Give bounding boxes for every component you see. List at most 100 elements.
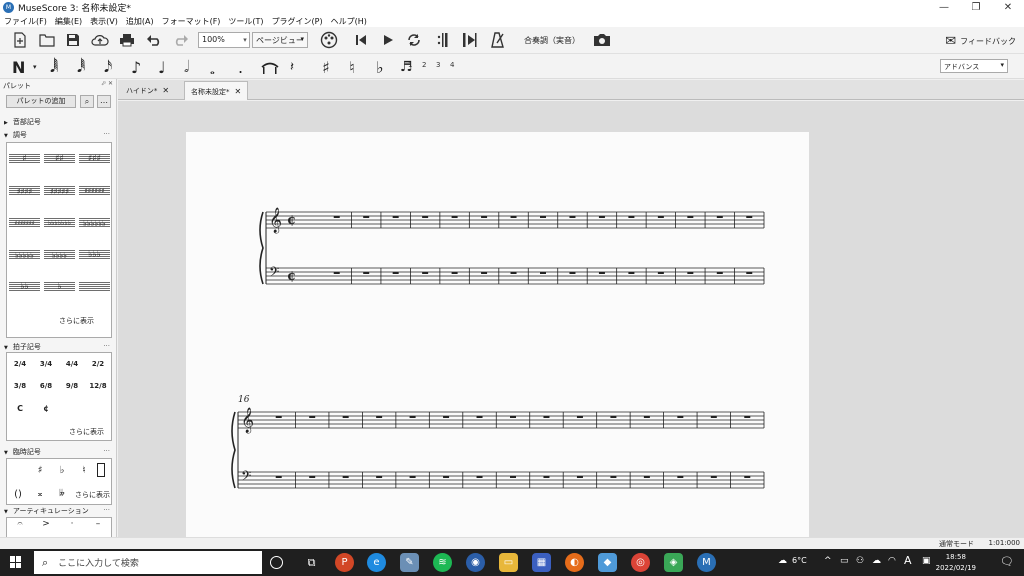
chrome-icon[interactable]: ◎	[631, 553, 650, 572]
section-menu-icon[interactable]: ···	[103, 130, 110, 138]
keysig-cell[interactable]: ♭♭	[7, 271, 42, 303]
keysig-cell[interactable]: ♯♯	[42, 143, 77, 175]
section-menu-icon[interactable]: ···	[103, 342, 110, 350]
score-page[interactable]: 𝄞 𝄢 ¢ ¢ 𝄞 𝄢 16	[186, 132, 809, 537]
play-icon[interactable]	[378, 31, 398, 49]
whole-note-icon[interactable]: 𝅝	[210, 60, 215, 80]
keysig-cell[interactable]: ♭♭♭♭♭♭♭	[42, 207, 77, 239]
timesig-cell[interactable]: 3/8	[7, 375, 33, 397]
app-icon[interactable]: ◉	[466, 553, 485, 572]
flat-icon[interactable]: ♭	[376, 57, 384, 77]
redo-icon[interactable]	[171, 31, 191, 49]
section-menu-icon[interactable]: ···	[103, 447, 110, 455]
sharp-icon[interactable]: ♯	[322, 57, 330, 77]
close-tab-icon[interactable]: ✕	[162, 86, 169, 95]
spotify-icon[interactable]: ≋	[433, 553, 452, 572]
voice-2-button[interactable]: 2	[422, 61, 426, 69]
keysig-cell[interactable]: ♭♭♭♭	[42, 239, 77, 271]
timesig-show-more-link[interactable]: さらに表示	[69, 427, 104, 437]
menu-view[interactable]: 表示(V)	[90, 16, 118, 27]
loop-icon[interactable]	[404, 31, 424, 49]
timesig-cell[interactable]: 6/8	[33, 375, 59, 397]
accidentals-show-more-link[interactable]: さらに表示	[75, 490, 110, 500]
windows-start-icon[interactable]	[10, 556, 22, 568]
close-tab-icon[interactable]: ✕	[235, 87, 242, 96]
accidental-cell[interactable]: ♭	[51, 459, 73, 481]
keysig-cell[interactable]: ♯	[7, 143, 42, 175]
zoom-dropdown-icon[interactable]: ▾	[240, 32, 250, 48]
notification-icon[interactable]: 🗨	[1000, 555, 1014, 568]
system-2[interactable]: 𝄞𝄢	[231, 407, 765, 489]
feedback-button[interactable]: ✉ フィードバック	[945, 34, 1016, 49]
print-icon[interactable]	[117, 31, 137, 49]
firefox-icon[interactable]: ◐	[565, 553, 584, 572]
tab-haydn[interactable]: ハイドン* ✕	[120, 81, 175, 100]
mixer-icon[interactable]	[319, 31, 339, 49]
accidental-cell[interactable]	[7, 459, 29, 481]
note-input-mode-icon[interactable]: N	[12, 57, 25, 77]
natural-icon[interactable]: ♮	[349, 57, 355, 77]
new-file-icon[interactable]	[10, 31, 30, 49]
play-repeats-icon[interactable]	[432, 31, 452, 49]
timesig-cell[interactable]: 4/4	[59, 353, 85, 375]
calculator-icon[interactable]: ▦	[532, 553, 551, 572]
workspace-select[interactable]: アドバンス ▾	[940, 59, 1008, 73]
menu-plugins[interactable]: プラグイン(P)	[272, 16, 323, 27]
augmentation-dot-icon[interactable]: .	[238, 57, 243, 77]
app-icon[interactable]: ◈	[664, 553, 683, 572]
accidental-cell[interactable]: ()	[7, 483, 29, 505]
section-clefs[interactable]: ▶ 音部記号	[4, 117, 112, 127]
wifi-icon[interactable]: ◠	[888, 556, 896, 566]
timesig-cell[interactable]: 2/4	[7, 353, 33, 375]
eighth-note-icon[interactable]: ♪	[131, 57, 141, 77]
thirty-second-note-icon[interactable]: 𝅘𝅥𝅱	[77, 57, 85, 77]
keysig-show-more-link[interactable]: さらに表示	[59, 316, 94, 326]
undo-icon[interactable]	[144, 31, 164, 49]
palette-search-button[interactable]: ⌕	[80, 95, 94, 108]
cortana-icon[interactable]	[270, 556, 283, 569]
app-tray-icon[interactable]: ▣	[922, 556, 931, 566]
rewind-icon[interactable]	[351, 31, 371, 49]
timesig-cell[interactable]: 9/8	[59, 375, 85, 397]
keysig-cell[interactable]: ♭	[42, 271, 77, 303]
keysig-cell[interactable]: ♭♭♭♭♭♭	[77, 207, 112, 239]
maximize-button[interactable]: ❐	[960, 0, 992, 15]
timesig-cell[interactable]: C	[7, 397, 33, 419]
section-timesig[interactable]: ▼ 拍子記号 ···	[4, 342, 112, 352]
keysig-cell[interactable]: ♯♯♯♯♯♯♯	[7, 207, 42, 239]
voice-1-button[interactable]: 1	[408, 61, 412, 69]
staccato-icon[interactable]: ·	[59, 518, 85, 530]
tab-untitled[interactable]: 名称未設定* ✕	[184, 81, 249, 100]
minimize-button[interactable]: —	[928, 0, 960, 15]
voice-3-button[interactable]: 3	[436, 61, 440, 69]
add-palette-button[interactable]: パレットの追加	[6, 95, 76, 108]
system-1[interactable]: 𝄞 𝄢 ¢ ¢	[259, 207, 765, 285]
pan-score-icon[interactable]	[460, 31, 480, 49]
taskbar-search-box[interactable]: ⌕ ここに入力して検索	[34, 551, 262, 574]
score-notation[interactable]: 𝄞𝄢¢¢ 𝄞𝄢 16	[186, 132, 809, 537]
concert-pitch-toggle[interactable]: 合奏調（実音）	[524, 35, 580, 46]
keysig-cell[interactable]: ♭♭♭	[77, 239, 112, 271]
palette-panel-controls-icon[interactable]: ⬀ ✕	[101, 80, 113, 87]
powerpoint-icon[interactable]: P	[335, 553, 354, 572]
palette-menu-button[interactable]: …	[97, 95, 111, 108]
metronome-icon[interactable]	[488, 31, 508, 49]
keysig-cell[interactable]: ♯♯♯♯♯♯	[77, 175, 112, 207]
onedrive-icon[interactable]: ☁	[872, 556, 881, 566]
ime-indicator[interactable]: A	[904, 554, 912, 567]
timesig-cell[interactable]: 3/4	[33, 353, 59, 375]
chevron-up-icon[interactable]: ^	[824, 556, 832, 566]
file-explorer-icon[interactable]: ▭	[499, 553, 518, 572]
task-view-icon[interactable]: ⧉	[302, 553, 321, 572]
menu-add[interactable]: 追加(A)	[126, 16, 154, 27]
keysig-cell[interactable]: ♯♯♯♯♯	[42, 175, 77, 207]
accidental-cell[interactable]: ♯	[29, 459, 51, 481]
fermata-icon[interactable]: 𝄐	[7, 518, 33, 530]
edge-icon[interactable]: e	[367, 553, 386, 572]
menu-help[interactable]: ヘルプ(H)	[331, 16, 367, 27]
weather-icon[interactable]: ☁	[778, 556, 787, 566]
view-mode-select[interactable]: ページビュー ▾	[252, 32, 308, 48]
sixty-fourth-note-icon[interactable]: 𝅘𝅥𝅲	[50, 57, 58, 77]
menu-file[interactable]: ファイル(F)	[4, 16, 47, 27]
tenuto-icon[interactable]: –	[85, 518, 111, 530]
